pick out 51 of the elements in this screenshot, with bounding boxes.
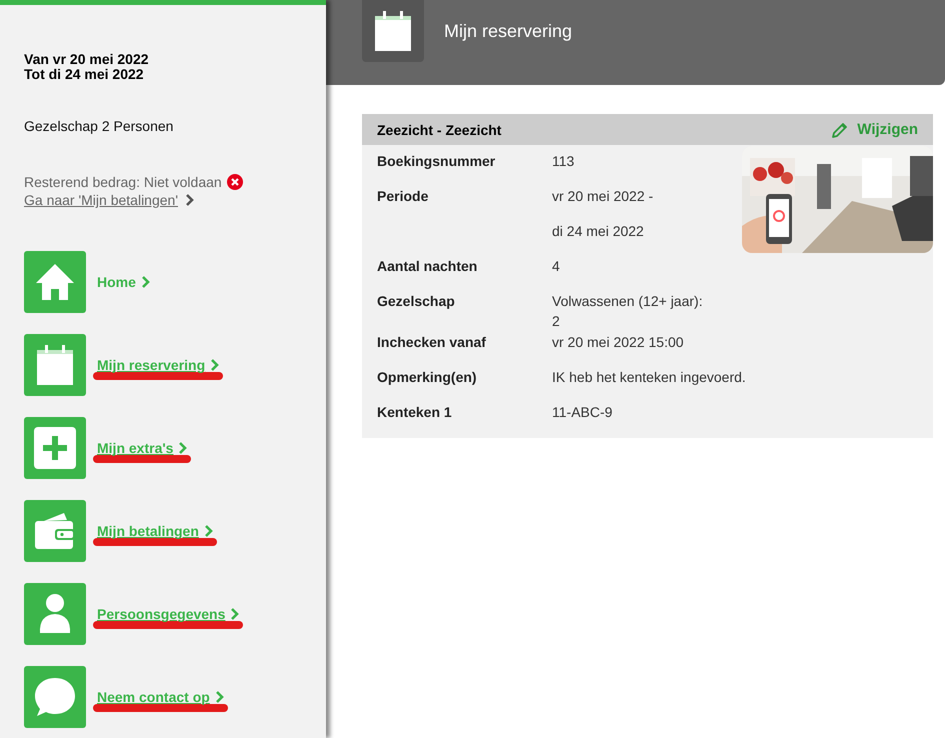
field-label: Gezelschap: [377, 293, 456, 309]
party-text: Gezelschap 2 Personen: [24, 118, 174, 134]
nav-link[interactable]: Neem contact op: [97, 689, 210, 705]
field-value: 2: [552, 313, 561, 329]
field-value: Volwassenen (12+ jaar):: [552, 293, 704, 309]
page-title: Mijn reservering: [444, 21, 572, 42]
payments-link[interactable]: Ga naar 'Mijn betalingen': [24, 192, 178, 208]
field-label: Periode: [377, 188, 430, 204]
field-label: Kenteken 1: [377, 404, 453, 420]
field-value: vr 20 mei 2022 15:00: [552, 334, 685, 350]
field-value: IK heb het kenteken ingevoerd.: [552, 369, 747, 385]
nav-tile[interactable]: [24, 583, 86, 645]
field-label: Aantal nachten: [377, 258, 478, 274]
nav-link[interactable]: Mijn reservering: [97, 357, 206, 373]
nav-tile[interactable]: [24, 666, 86, 728]
pencil-icon: [831, 120, 850, 138]
chevron-icon: [204, 525, 213, 537]
home-icon: [34, 261, 76, 303]
nav-tile[interactable]: [24, 251, 86, 313]
calendar-icon: [36, 344, 74, 386]
field-label: Opmerking(en): [377, 369, 478, 385]
wallet-icon: [34, 511, 76, 551]
chevron-icon: [179, 442, 188, 454]
field-value: 113: [552, 153, 576, 169]
nav-link[interactable]: Persoonsgegevens: [97, 606, 226, 622]
person-icon: [38, 593, 72, 635]
nav-tile[interactable]: [24, 334, 86, 396]
field-label: Inchecken vanaf: [377, 334, 487, 350]
nav-tile[interactable]: [24, 417, 86, 479]
nav-tile[interactable]: [24, 500, 86, 562]
field-value: di 24 mei 2022: [552, 223, 645, 239]
chevron-icon: [142, 276, 150, 288]
period-text: Van vr 20 mei 2022: [24, 52, 150, 67]
plus-icon: [34, 427, 76, 469]
chevron-icon: [231, 608, 240, 620]
field-value: 4: [552, 258, 561, 274]
field-value: 11-ABC-9: [552, 404, 614, 420]
field-label: Boekingsnummer: [377, 153, 496, 169]
chevron-icon: [186, 194, 194, 206]
nav-link[interactable]: Mijn betalingen: [97, 523, 199, 539]
nav-link[interactable]: Mijn extra's: [97, 440, 174, 456]
field-value: vr 20 mei 2022 -: [552, 188, 654, 204]
balance-text: Resterend bedrag: Niet voldaan: [24, 174, 222, 190]
period-text: Tot di 24 mei 2022: [24, 67, 145, 82]
chevron-icon: [211, 359, 220, 371]
chevron-icon: [216, 691, 224, 703]
chat-icon: [34, 676, 76, 718]
nav-link[interactable]: Home: [97, 274, 136, 290]
calendar-icon: [374, 10, 412, 52]
card-title: Zeezicht - Zeezicht: [377, 122, 502, 138]
edit-link[interactable]: Wijzigen: [831, 120, 918, 138]
